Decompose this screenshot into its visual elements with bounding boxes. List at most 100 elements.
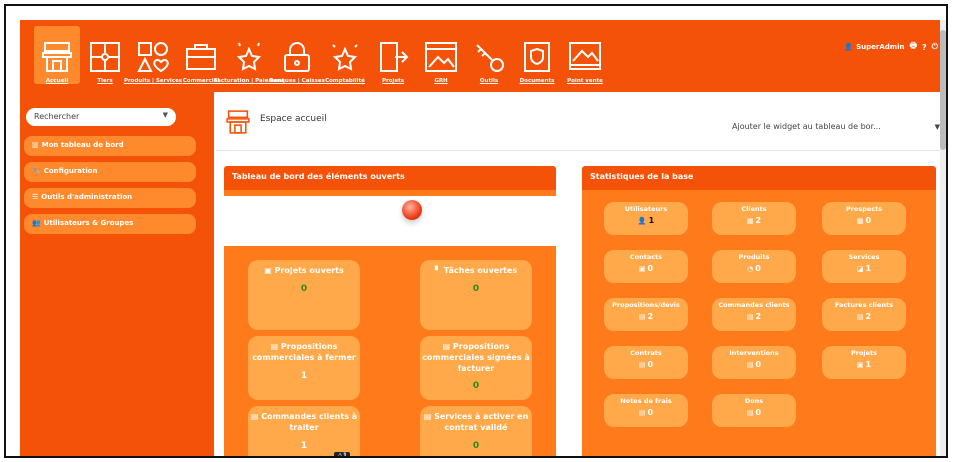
- document-icon: ▤: [250, 412, 262, 421]
- stat-expense-reports[interactable]: Notes de frais ▤ 0: [604, 394, 688, 427]
- search-select[interactable]: Rechercher ▼: [26, 108, 176, 126]
- building-icon: ▦: [856, 217, 864, 225]
- users-icon: 👥: [32, 219, 41, 227]
- stat-users[interactable]: Utilisateurs 👤 1: [604, 202, 688, 235]
- tile-orders-to-process[interactable]: ▤ Commandes clients à traiter 1 ⚠1: [248, 406, 360, 456]
- stat-prospects[interactable]: Prospects ▦ 0: [822, 202, 906, 235]
- sidebar-item-admin-tools[interactable]: ☰ Outils d'administration: [24, 188, 196, 208]
- stat-projects[interactable]: Projets ▣ 1: [822, 346, 906, 379]
- menu-item-point-vente[interactable]: Point vente: [562, 26, 608, 84]
- stat-contacts[interactable]: Contacts ▣ 0: [604, 250, 688, 283]
- logout-icon[interactable]: ⏻: [932, 42, 938, 52]
- sidebar-item-configuration[interactable]: 🔧 Configuration: [24, 162, 196, 182]
- user-icon: 👤: [637, 217, 647, 225]
- app-window: Accueil Tiers Produits | Services Commer…: [4, 4, 948, 458]
- menu-item-facturation[interactable]: Facturation | Paiement: [214, 26, 284, 84]
- sidebar-item-dashboard[interactable]: ▥ Mon tableau de bord: [24, 136, 196, 156]
- cash-register-icon: [569, 42, 601, 70]
- document-icon: ▤: [746, 313, 754, 321]
- stars-icon: [332, 44, 358, 71]
- help-icon[interactable]: ?: [922, 43, 927, 52]
- stat-products[interactable]: Produits ◔ 0: [712, 250, 796, 283]
- screen: Accueil Tiers Produits | Services Commer…: [20, 20, 946, 456]
- document-icon: ▤: [423, 412, 435, 421]
- list-icon: ☰: [32, 193, 39, 201]
- menu-item-documents[interactable]: Documents: [514, 26, 560, 84]
- tile-label: ▤ Services à activer en contrat validé: [423, 412, 529, 432]
- document-icon: ▤: [270, 342, 281, 351]
- username-link[interactable]: SuperAdmin: [856, 43, 904, 51]
- tile-services-to-activate[interactable]: ▤ Services à activer en contrat validé 0: [420, 406, 532, 456]
- stat-clients[interactable]: Clients ▦ 2: [712, 202, 796, 235]
- document-icon: ▤: [442, 342, 453, 351]
- warning-badge: ⚠1: [334, 451, 350, 456]
- tile-label: ▣ Projets ouverts: [264, 266, 344, 275]
- document-icon: ▤: [638, 313, 646, 321]
- stat-donations[interactable]: Dons ▤ 0: [712, 394, 796, 427]
- stats-panel-header: Statistiques de la base: [582, 166, 936, 190]
- home-icon: [226, 110, 250, 134]
- folder-icon: ▣: [264, 266, 275, 275]
- tile-open-projects[interactable]: ▣ Projets ouverts 0: [248, 260, 360, 330]
- document-icon: ▤: [746, 409, 754, 417]
- stat-services[interactable]: Services ◪ 1: [822, 250, 906, 283]
- stat-proposals[interactable]: Propositions/devis ▤ 2: [604, 298, 688, 331]
- menu-item-comptabilite[interactable]: Comptabilité: [322, 26, 368, 84]
- stat-interventions[interactable]: Interventions ▤ 0: [712, 346, 796, 379]
- tile-proposals-to-bill[interactable]: ▤ Propositions commerciales signées à fa…: [420, 336, 532, 400]
- tile-open-tasks[interactable]: ▘ Tâches ouvertes 0: [420, 260, 532, 330]
- user-area: 👤 SuperAdmin 🖶 ? ⏻: [844, 40, 938, 54]
- document-icon: ▤: [638, 409, 646, 417]
- stat-customer-invoices[interactable]: Factures clients ▤ 2: [822, 298, 906, 331]
- add-widget-select[interactable]: Ajouter le widget au tableau de bor... ▼: [732, 122, 944, 131]
- menu-item-grh[interactable]: GRH: [418, 26, 464, 84]
- chart-icon: ▥: [32, 141, 39, 149]
- door-arrow-icon: [380, 42, 409, 72]
- tile-proposals-to-close[interactable]: ▤ Propositions commerciales à fermer 1: [248, 336, 360, 400]
- stat-customer-orders[interactable]: Commandes clients ▤ 2: [712, 298, 796, 331]
- menu-item-produits[interactable]: Produits | Services: [124, 26, 182, 84]
- left-sidebar: Rechercher ▼ ▥ Mon tableau de bord 🔧 Confi…: [20, 92, 214, 456]
- wrench-icon: 🔧: [32, 167, 41, 175]
- contact-card-icon: ▣: [638, 265, 646, 273]
- window-icon: [425, 42, 457, 72]
- tile-label: ▘ Tâches ouvertes: [434, 266, 518, 275]
- home-icon: [42, 42, 72, 72]
- tile-label: ▤ Propositions commerciales signées à fa…: [422, 342, 530, 373]
- menu-item-commercial[interactable]: Commercial: [178, 26, 224, 84]
- main-content: Espace accueil Ajouter le widget au tabl…: [216, 92, 944, 456]
- scrollbar-thumb[interactable]: [940, 30, 946, 150]
- shield-doc-icon: [524, 42, 550, 72]
- puzzle-icon: [90, 42, 120, 72]
- service-icon: ◪: [856, 265, 864, 273]
- open-items-panel-header: Tableau de bord des éléments ouverts: [224, 166, 556, 190]
- menu-item-outils[interactable]: Outils: [466, 26, 512, 84]
- print-icon[interactable]: 🖶: [909, 40, 917, 54]
- sidebar-item-users-groups[interactable]: 👥 Utilisateurs & Groupes: [24, 214, 196, 234]
- building-icon: ▦: [746, 217, 754, 225]
- menu-item-tiers[interactable]: Tiers: [82, 26, 128, 84]
- shapes-icon: [137, 42, 169, 73]
- document-icon: ▤: [638, 361, 646, 369]
- menu-item-projets[interactable]: Projets: [370, 26, 416, 84]
- key-icon: [476, 44, 504, 72]
- document-icon: ▤: [746, 361, 754, 369]
- chevron-down-icon: ▼: [162, 111, 168, 119]
- tile-label: ▤ Propositions commerciales à fermer: [252, 342, 356, 362]
- tile-label: ▤ Commandes clients à traiter: [250, 412, 358, 432]
- menu-item-accueil[interactable]: Accueil: [34, 26, 80, 84]
- padlock-icon: [284, 42, 310, 72]
- divider: [216, 150, 944, 151]
- stat-contracts[interactable]: Contrats ▤ 0: [604, 346, 688, 379]
- page-title: Espace accueil: [260, 114, 327, 124]
- vertical-scrollbar[interactable]: [940, 20, 946, 456]
- top-menu-bar: Accueil Tiers Produits | Services Commer…: [20, 20, 946, 92]
- cube-icon: ◔: [747, 265, 754, 273]
- user-icon: 👤: [844, 43, 854, 51]
- task-icon: ▘: [434, 266, 444, 275]
- briefcase-icon: [186, 44, 216, 70]
- document-icon: ▤: [856, 313, 864, 321]
- menu-item-banques[interactable]: Banques | Caisses: [269, 26, 325, 84]
- loader-area: [224, 196, 556, 246]
- folder-icon: ▣: [856, 361, 864, 369]
